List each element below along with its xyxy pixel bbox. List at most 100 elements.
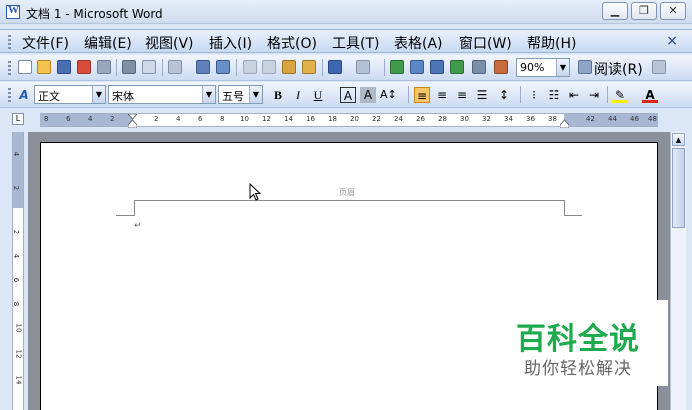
open-folder-icon[interactable] bbox=[37, 60, 51, 74]
vertical-ruler-tick: 4 bbox=[12, 151, 21, 157]
character-border-button[interactable]: A bbox=[340, 87, 356, 103]
menu-tools[interactable]: 工具(T) bbox=[332, 33, 379, 53]
toolbar-separator bbox=[236, 59, 237, 76]
menu-table[interactable]: 表格(A) bbox=[394, 33, 443, 53]
drawing-icon[interactable] bbox=[494, 60, 508, 74]
font-dropdown[interactable]: 宋体 ▼ bbox=[108, 85, 216, 104]
ruler-tick: 6 bbox=[198, 115, 203, 123]
menu-file[interactable]: 文件(F) bbox=[22, 33, 69, 53]
toolbar-grip[interactable] bbox=[8, 61, 11, 75]
align-left-icon[interactable]: ≡ bbox=[414, 87, 430, 103]
vertical-ruler-margin bbox=[13, 132, 23, 208]
close-button[interactable]: ✕ bbox=[660, 2, 686, 20]
toolbar-separator bbox=[607, 86, 608, 103]
character-scaling-icon[interactable]: A↕ bbox=[380, 87, 397, 103]
menu-grip[interactable] bbox=[8, 35, 11, 49]
insert-excel-icon[interactable] bbox=[450, 60, 464, 74]
numbering-icon[interactable]: ⁝ bbox=[526, 87, 542, 103]
ruler-tick: 18 bbox=[328, 115, 337, 123]
permission-icon[interactable] bbox=[77, 60, 91, 74]
print-icon[interactable] bbox=[122, 60, 136, 74]
line-spacing-icon[interactable]: ↕ bbox=[496, 87, 512, 103]
vertical-scrollbar[interactable]: ▲ bbox=[670, 132, 686, 410]
ruler-tick: 44 bbox=[608, 115, 617, 123]
copy-icon[interactable] bbox=[262, 60, 276, 74]
decrease-indent-icon[interactable]: ⇤ bbox=[566, 87, 582, 103]
paragraph-mark: ↵ bbox=[134, 221, 142, 231]
toolbar-options-icon[interactable] bbox=[652, 60, 666, 74]
ruler-tick: 8 bbox=[44, 115, 49, 123]
mouse-pointer-icon bbox=[249, 183, 261, 201]
ruler-tick: 38 bbox=[548, 115, 557, 123]
new-document-icon[interactable] bbox=[18, 60, 32, 74]
zoom-dropdown[interactable]: 90% ▼ bbox=[516, 58, 570, 77]
scroll-up-icon[interactable]: ▲ bbox=[672, 133, 685, 146]
menu-help[interactable]: 帮助(H) bbox=[527, 33, 576, 53]
bold-button[interactable]: B bbox=[270, 87, 286, 103]
ruler-tick: 24 bbox=[394, 115, 403, 123]
first-line-indent-marker[interactable] bbox=[128, 114, 137, 128]
email-icon[interactable] bbox=[97, 60, 111, 74]
vertical-ruler[interactable]: 4 2 2 4 6 8 10 12 14 bbox=[12, 132, 24, 410]
menu-window[interactable]: 窗口(W) bbox=[459, 33, 512, 53]
font-color-icon[interactable]: A bbox=[642, 87, 658, 103]
reading-mode-button[interactable]: 阅读(R) bbox=[594, 59, 643, 79]
ruler-tick: 6 bbox=[66, 115, 71, 123]
align-center-icon[interactable]: ≡ bbox=[434, 87, 450, 103]
insert-table-icon[interactable] bbox=[430, 60, 444, 74]
spelling-icon[interactable] bbox=[196, 60, 210, 74]
menu-edit[interactable]: 编辑(E) bbox=[84, 33, 132, 53]
bullets-icon[interactable]: ☷ bbox=[546, 87, 562, 103]
columns-icon[interactable] bbox=[472, 60, 486, 74]
restore-button[interactable]: ❐ bbox=[631, 2, 657, 20]
research-icon[interactable] bbox=[168, 60, 182, 74]
ruler-tick: 12 bbox=[262, 115, 271, 123]
vertical-ruler-tick: 12 bbox=[14, 349, 23, 359]
increase-indent-icon[interactable]: ⇥ bbox=[586, 87, 602, 103]
redo-icon[interactable] bbox=[356, 60, 370, 74]
print-preview-icon[interactable] bbox=[142, 60, 156, 74]
vertical-ruler-tick: 2 bbox=[12, 229, 21, 235]
undo-icon[interactable] bbox=[328, 60, 342, 74]
toolbar-separator bbox=[384, 59, 385, 76]
styles-formatting-icon[interactable]: A bbox=[16, 87, 32, 103]
italic-button[interactable]: I bbox=[290, 87, 306, 103]
distributed-align-icon[interactable]: ☰ bbox=[474, 87, 490, 103]
underline-button[interactable]: U bbox=[310, 87, 326, 103]
scrollbar-thumb[interactable] bbox=[672, 148, 685, 228]
ruler-tick: 14 bbox=[284, 115, 293, 123]
vertical-ruler-tick: 14 bbox=[14, 375, 23, 385]
menu-insert[interactable]: 插入(I) bbox=[209, 33, 252, 53]
research-book-icon[interactable] bbox=[216, 60, 230, 74]
word-app-icon[interactable] bbox=[6, 4, 20, 19]
save-icon[interactable] bbox=[57, 60, 71, 74]
toolbar-separator bbox=[408, 86, 409, 103]
ruler-tick: 8 bbox=[220, 115, 225, 123]
style-value: 正文 bbox=[38, 90, 60, 103]
ruler-tick: 2 bbox=[154, 115, 159, 123]
format-painter-icon[interactable] bbox=[302, 60, 316, 74]
cut-icon[interactable] bbox=[243, 60, 257, 74]
style-dropdown[interactable]: 正文 ▼ bbox=[34, 85, 106, 104]
help-icon[interactable] bbox=[578, 60, 592, 74]
ruler-tick: 20 bbox=[350, 115, 359, 123]
ruler-tick: 34 bbox=[504, 115, 513, 123]
tables-borders-icon[interactable] bbox=[410, 60, 424, 74]
horizontal-ruler[interactable]: 8 6 4 2 2 4 6 8 10 12 14 16 18 20 22 24 … bbox=[40, 113, 658, 128]
minimize-button[interactable]: ▁ bbox=[602, 2, 628, 20]
highlight-icon[interactable]: ✎ bbox=[612, 87, 628, 103]
menu-view[interactable]: 视图(V) bbox=[145, 33, 194, 53]
menu-format[interactable]: 格式(O) bbox=[267, 33, 317, 53]
align-right-icon[interactable]: ≡ bbox=[454, 87, 470, 103]
hyperlink-icon[interactable] bbox=[390, 60, 404, 74]
character-shading-button[interactable]: A bbox=[360, 87, 376, 103]
ruler-tick: 30 bbox=[460, 115, 469, 123]
paste-icon[interactable] bbox=[282, 60, 296, 74]
font-size-dropdown[interactable]: 五号 ▼ bbox=[218, 85, 263, 104]
toolbar-grip[interactable] bbox=[8, 88, 11, 102]
zoom-value: 90% bbox=[520, 61, 545, 74]
right-indent-marker[interactable] bbox=[560, 114, 569, 128]
header-corner-left bbox=[116, 215, 134, 216]
tab-selector[interactable]: L bbox=[12, 113, 24, 125]
close-document-icon[interactable]: × bbox=[666, 33, 678, 49]
